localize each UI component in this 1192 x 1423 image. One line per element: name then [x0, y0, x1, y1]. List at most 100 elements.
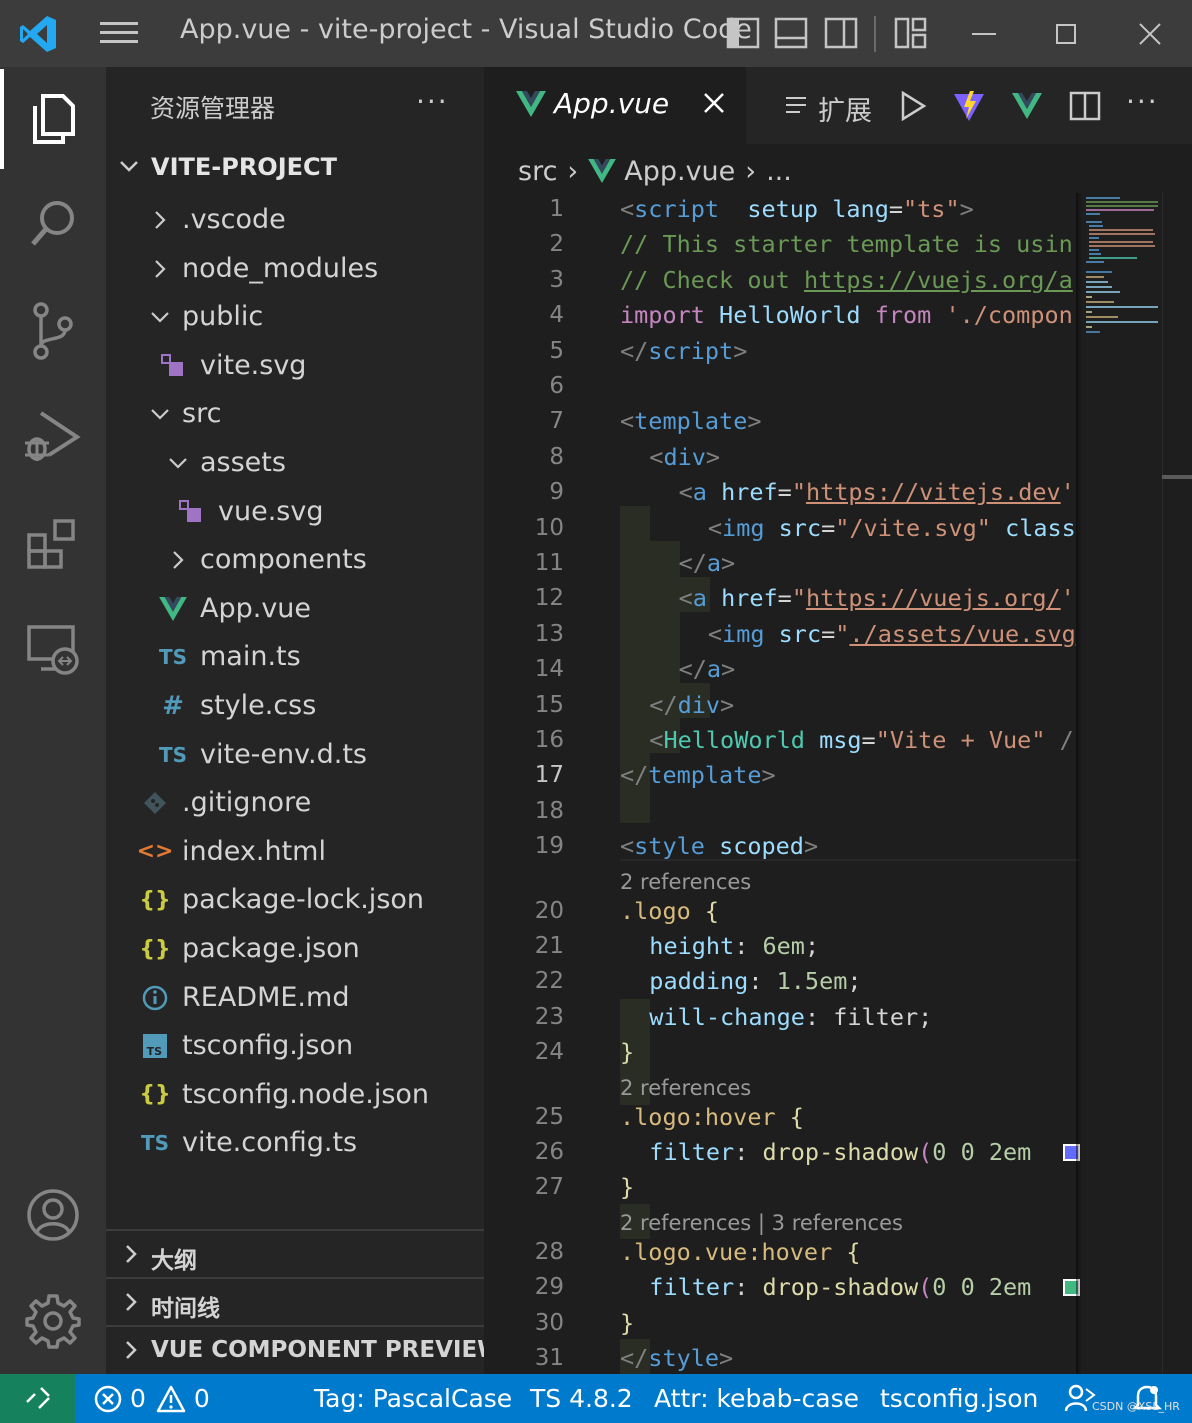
chevron-right-icon	[173, 551, 184, 569]
line-number: 24	[534, 1039, 564, 1066]
tree-item-label: vite.svg	[200, 349, 307, 381]
outline-section[interactable]: 大纲	[106, 1229, 484, 1277]
activity-remote-explorer[interactable]	[0, 599, 106, 699]
code-line: 24}	[484, 1036, 1080, 1071]
tree-item[interactable]: vite.svg	[106, 342, 484, 391]
tree-item[interactable]: <> index.html	[106, 828, 484, 877]
close-window-icon[interactable]	[1132, 16, 1168, 52]
problems-indicator[interactable]: 0 0	[94, 1384, 210, 1413]
customize-layout-icon[interactable]	[894, 17, 928, 49]
toggle-panel-icon[interactable]	[774, 17, 808, 49]
explorer-more-actions-button[interactable]: ···	[416, 85, 449, 118]
vite-icon[interactable]	[952, 89, 986, 123]
activity-explorer[interactable]	[0, 69, 106, 169]
code-line: 2 // This starter template is usin	[484, 228, 1080, 263]
code-line: 31 </style>	[484, 1342, 1080, 1374]
minimize-icon[interactable]	[966, 16, 1002, 52]
tag-casing-item[interactable]: Tag: PascalCase	[314, 1384, 512, 1413]
tree-item[interactable]: {} package.json	[106, 925, 484, 974]
minimap-line	[1086, 311, 1092, 313]
tree-item[interactable]: {} package-lock.json	[106, 876, 484, 925]
tree-item[interactable]: components	[106, 536, 484, 585]
code-line: 18	[484, 795, 1080, 830]
breadcrumb-src[interactable]: src	[518, 156, 557, 187]
minimap-line	[1089, 257, 1137, 259]
tree-item[interactable]: vue.svg	[106, 488, 484, 537]
tree-item[interactable]: assets	[106, 439, 484, 488]
menu-hamburger-icon[interactable]	[100, 22, 138, 46]
tree-item[interactable]: public	[106, 293, 484, 342]
toggle-primary-sidebar-icon[interactable]	[726, 17, 760, 49]
more-actions-icon[interactable]: ···	[1126, 85, 1160, 119]
tsconfig-item[interactable]: tsconfig.json	[880, 1384, 1038, 1413]
vue-preview-icon[interactable]	[1010, 89, 1044, 123]
breadcrumb-file[interactable]: App.vue	[624, 156, 735, 187]
maximize-icon[interactable]	[1048, 16, 1084, 52]
attr-casing-item[interactable]: Attr: kebab-case	[654, 1384, 859, 1413]
minimap[interactable]	[1080, 193, 1162, 1374]
timeline-section[interactable]: 时间线	[106, 1277, 484, 1325]
split-editor-icon[interactable]	[1068, 89, 1102, 123]
activity-manage[interactable]	[0, 1271, 106, 1371]
line-number: 14	[534, 656, 564, 683]
tree-item[interactable]: TS vite.config.ts	[106, 1119, 484, 1168]
warning-count: 0	[193, 1384, 210, 1413]
line-number: 7	[549, 408, 564, 435]
tree-item[interactable]: README.md	[106, 974, 484, 1023]
tab-app-vue[interactable]: App.vue	[484, 67, 746, 144]
code-text: }	[620, 1308, 635, 1337]
close-tab-icon[interactable]	[702, 91, 726, 115]
vue-file-icon	[158, 594, 188, 624]
tree-item-label: README.md	[182, 981, 350, 1013]
code-line: 4 import HelloWorld from './compon	[484, 299, 1080, 334]
tree-item[interactable]: .vscode	[106, 196, 484, 245]
minimap-line	[1086, 201, 1158, 203]
tree-item[interactable]: .gitignore	[106, 779, 484, 828]
activity-accounts[interactable]	[0, 1165, 106, 1265]
activity-search[interactable]	[0, 175, 106, 275]
settings-gear-icon	[25, 1294, 81, 1349]
tree-item[interactable]: node_modules	[106, 245, 484, 294]
tree-item[interactable]: src	[106, 390, 484, 439]
tree-item-label: index.html	[182, 835, 326, 867]
tab-extension-preview[interactable]: 扩展	[756, 67, 878, 144]
run-icon[interactable]	[896, 89, 930, 123]
activity-run-debug[interactable]	[0, 387, 106, 487]
tree-item[interactable]: TS main.ts	[106, 633, 484, 682]
tree-item-label: components	[200, 544, 367, 576]
code-text: </style>	[620, 1344, 734, 1372]
activity-extensions[interactable]	[0, 493, 106, 593]
activity-source-control[interactable]	[0, 281, 106, 381]
project-folder-row[interactable]: VITE-PROJECT	[106, 147, 484, 191]
minimap-line	[1086, 331, 1100, 333]
code-editor[interactable]: 1 <script setup lang="ts"> 2 // This starte…	[484, 193, 1080, 1374]
tree-item[interactable]: # style.css	[106, 682, 484, 731]
remote-indicator[interactable]	[0, 1374, 75, 1423]
vertical-scrollbar[interactable]	[1162, 193, 1192, 1374]
editor-group: App.vue 扩展 ··· src › App.vue › ... 1 <sc…	[484, 67, 1192, 1374]
tree-item[interactable]: {} tsconfig.node.json	[106, 1071, 484, 1120]
breadcrumb-symbol[interactable]: ...	[766, 156, 792, 187]
chevron-right-icon	[155, 259, 166, 278]
toggle-secondary-sidebar-icon[interactable]	[824, 17, 858, 49]
json-file-icon: {}	[139, 887, 171, 913]
minimap-line	[1086, 197, 1120, 199]
typescript-file-icon: TS	[158, 742, 188, 767]
scrollbar-thumb[interactable]	[1162, 475, 1192, 479]
tree-item[interactable]: App.vue	[106, 585, 484, 634]
line-number: 17	[534, 762, 564, 789]
tree-item-label: vite-env.d.ts	[200, 738, 367, 770]
tree-item[interactable]: TS tsconfig.json	[106, 1022, 484, 1071]
code-text: </script>	[620, 336, 748, 365]
line-number: 15	[534, 691, 564, 718]
source-control-icon	[33, 302, 73, 360]
line-number: 16	[534, 727, 564, 753]
vue-component-preview-section[interactable]: VUE COMPONENT PREVIEW	[106, 1325, 503, 1373]
chevron-right-icon	[126, 1293, 137, 1311]
tree-item-label: node_modules	[182, 252, 379, 284]
chevron-right-icon	[126, 1341, 137, 1359]
line-number: 26	[534, 1139, 564, 1165]
ts-version-item[interactable]: TS 4.8.2	[530, 1384, 633, 1413]
tree-item[interactable]: TS vite-env.d.ts	[106, 731, 484, 780]
tab-preview-label: 扩展	[818, 96, 872, 127]
